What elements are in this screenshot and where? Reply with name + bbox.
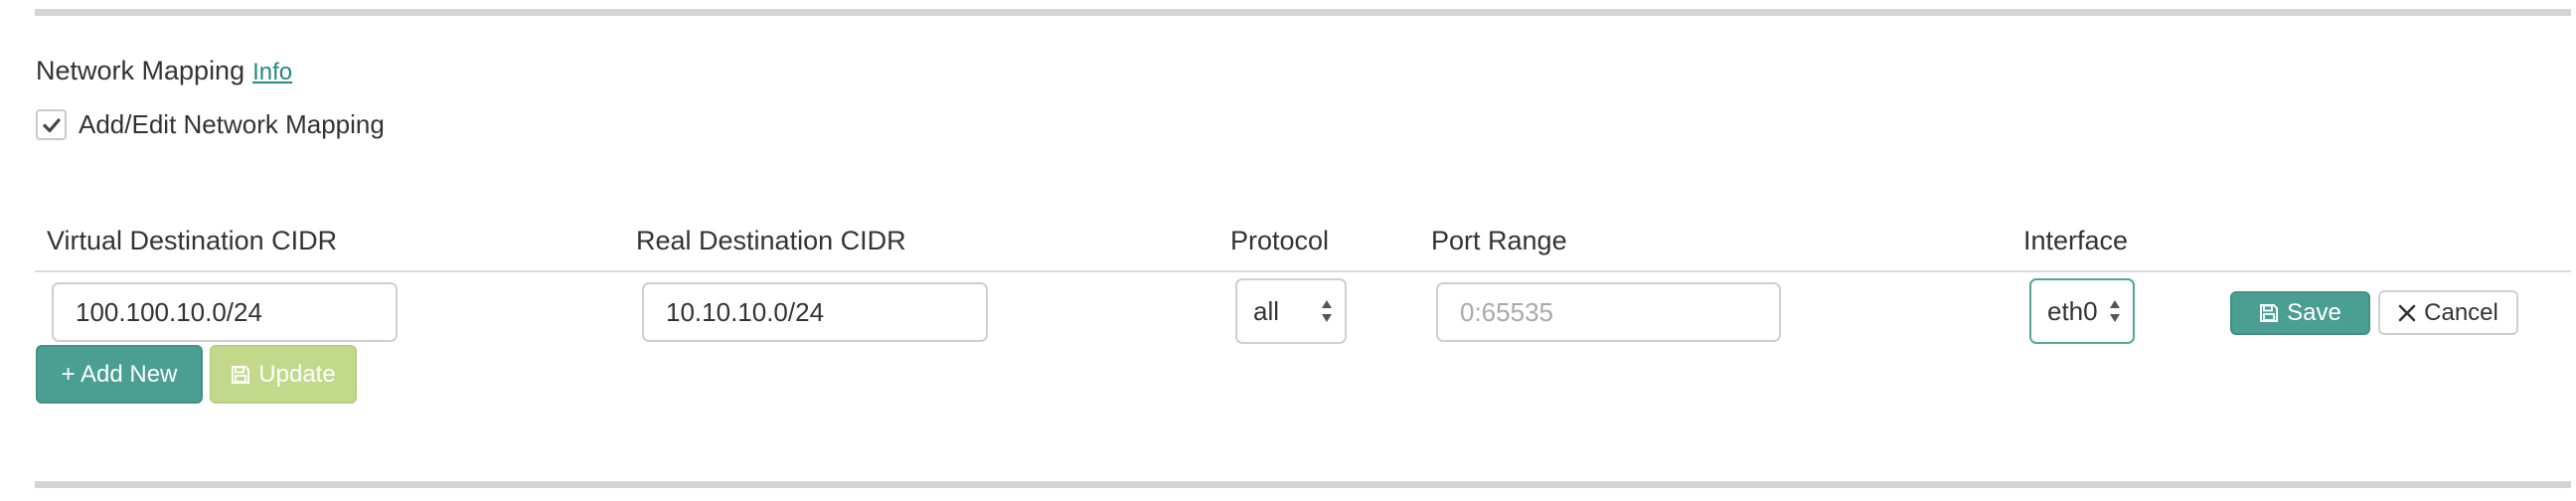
protocol-select[interactable]: all (1235, 278, 1347, 344)
add-edit-mapping-checkbox[interactable] (36, 109, 67, 140)
header-virtual-cidr: Virtual Destination CIDR (47, 226, 338, 255)
update-button[interactable]: Update (210, 345, 357, 404)
bottom-divider (35, 481, 2571, 488)
sort-arrows-icon (2109, 299, 2121, 323)
section-title: Network Mapping (36, 56, 245, 85)
interface-select[interactable]: eth0 (2029, 278, 2135, 344)
cancel-button[interactable]: Cancel (2378, 290, 2518, 335)
interface-select-value: eth0 (2047, 295, 2098, 326)
table-header-divider (35, 270, 2571, 272)
cancel-button-label: Cancel (2424, 298, 2498, 326)
save-button-label: Save (2287, 299, 2341, 326)
header-real-cidr: Real Destination CIDR (636, 226, 906, 255)
virtual-cidr-input[interactable] (52, 282, 398, 342)
header-port-range: Port Range (1431, 226, 1567, 255)
header-interface: Interface (2023, 226, 2129, 255)
sort-arrows-icon (1321, 299, 1333, 323)
header-protocol: Protocol (1230, 226, 1330, 255)
top-divider (35, 9, 2571, 16)
section-heading: Network Mapping Info (36, 56, 292, 86)
add-edit-mapping-label: Add/Edit Network Mapping (79, 109, 385, 139)
add-new-button-label: + Add New (61, 360, 178, 388)
check-icon (42, 117, 61, 132)
add-new-button[interactable]: + Add New (36, 345, 203, 404)
save-button[interactable]: Save (2230, 291, 2370, 335)
real-cidr-input[interactable] (642, 282, 988, 342)
protocol-select-value: all (1253, 295, 1280, 326)
close-icon (2398, 304, 2416, 322)
floppy-disk-icon (231, 365, 250, 385)
floppy-disk-icon (2259, 303, 2279, 323)
info-link[interactable]: Info (252, 59, 292, 85)
port-range-input[interactable] (1436, 282, 1781, 342)
add-edit-mapping-row: Add/Edit Network Mapping (36, 109, 385, 140)
update-button-label: Update (258, 360, 336, 388)
